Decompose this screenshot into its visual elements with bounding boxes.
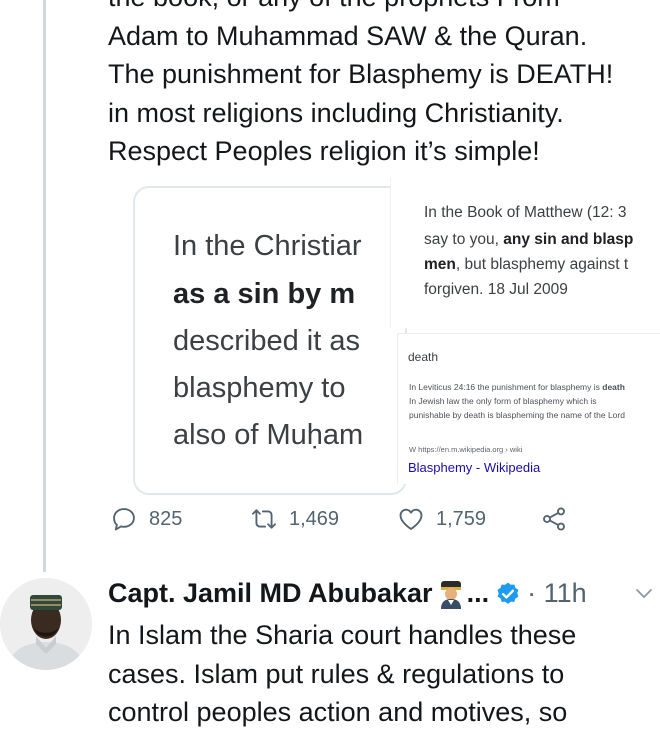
image-text-line: In the Book of Matthew (12: 3 <box>424 204 627 221</box>
snippet-bold: death <box>602 382 625 392</box>
image-text-line: forgiven. 18 Jul 2009 <box>424 281 568 298</box>
avatar-image <box>0 578 92 670</box>
source-url: W https://en.m.wikipedia.org › wiki <box>409 445 523 454</box>
image-text-bold: men <box>424 256 456 273</box>
share-icon <box>543 507 565 531</box>
retweet-button[interactable]: 1,469 <box>250 505 339 533</box>
tweet-actions: 825 1,469 1,759 <box>0 505 660 545</box>
reply-body: In Islam the Sharia court handles these … <box>108 616 653 732</box>
pilot-emoji-icon <box>438 579 464 609</box>
like-button[interactable]: 1,759 <box>397 505 486 533</box>
attached-image-left[interactable]: In the Christiar as a sin by m described… <box>133 186 407 495</box>
chevron-down-icon[interactable] <box>634 583 654 603</box>
reply-button[interactable]: 825 <box>110 505 182 533</box>
image-text-span: , but blasphemy against t <box>455 256 629 273</box>
reply-header: Capt. Jamil MD Abubakar ... · 11h <box>108 578 587 609</box>
result-link: Blasphemy - Wikipedia <box>408 460 541 475</box>
avatar[interactable] <box>0 578 92 670</box>
tweet-line: Respect Peoples religion it’s simple! <box>108 136 540 166</box>
image-text-line: also of Muḥam <box>173 419 364 451</box>
snippet-span: In Leviticus 24:16 the punishment for bl… <box>409 382 603 392</box>
image-text-span: say to you, <box>424 231 504 248</box>
reply-timestamp[interactable]: · 11h <box>527 578 587 609</box>
image-text-line: In the Christiar <box>173 230 362 262</box>
tweet-line: The punishment for Blasphemy is DEATH! <box>108 59 614 89</box>
retweet-icon <box>251 509 277 529</box>
reply-count: 825 <box>149 507 183 530</box>
like-count: 1,759 <box>436 507 487 530</box>
thread-connector-line <box>43 0 46 572</box>
image-text-line: men, but blasphemy against t <box>424 256 628 274</box>
reply-line: cases. Islam put rules & regulations to <box>108 658 565 689</box>
image-text-line: blasphemy to <box>173 372 346 404</box>
snippet-line: punishable by death is blaspheming the n… <box>409 410 625 420</box>
tweet-line: Adam to Muhammad SAW & the Quran. <box>108 20 588 51</box>
verified-badge-icon <box>495 581 521 607</box>
tweet-body: the book, or any of the prophets From Ad… <box>108 0 653 171</box>
snippet-line: In Jewish law the only form of blasphemy… <box>409 396 597 406</box>
tweet-line: the book, or any of the prophets From <box>108 0 653 17</box>
image-text-line: as a sin by m <box>173 278 356 310</box>
image-text-line: described it as <box>173 325 360 357</box>
reply-author-name[interactable]: Capt. Jamil MD Abubakar <box>108 578 433 609</box>
snippet-line: In Leviticus 24:16 the punishment for bl… <box>409 382 625 392</box>
heart-icon <box>399 508 423 530</box>
image-text-line: say to you, any sin and blasp <box>424 231 633 249</box>
tweet-line: in most religions including Christianity… <box>108 97 564 128</box>
search-term: death <box>408 350 439 364</box>
reply-line: control peoples action and motives, so <box>108 697 568 727</box>
reply-line: In Islam the Sharia court handles these <box>108 620 577 650</box>
attached-image-bottom-right[interactable]: death In Leviticus 24:16 the punishment … <box>397 333 660 484</box>
attached-image-top-right[interactable]: In the Book of Matthew (12: 3 say to you… <box>390 178 660 328</box>
reply-icon <box>113 508 135 531</box>
image-text-bold: any sin and blasp <box>503 231 634 248</box>
reply-name-ellipsis: ... <box>466 578 490 608</box>
share-button[interactable] <box>540 505 568 533</box>
retweet-count: 1,469 <box>289 507 340 530</box>
